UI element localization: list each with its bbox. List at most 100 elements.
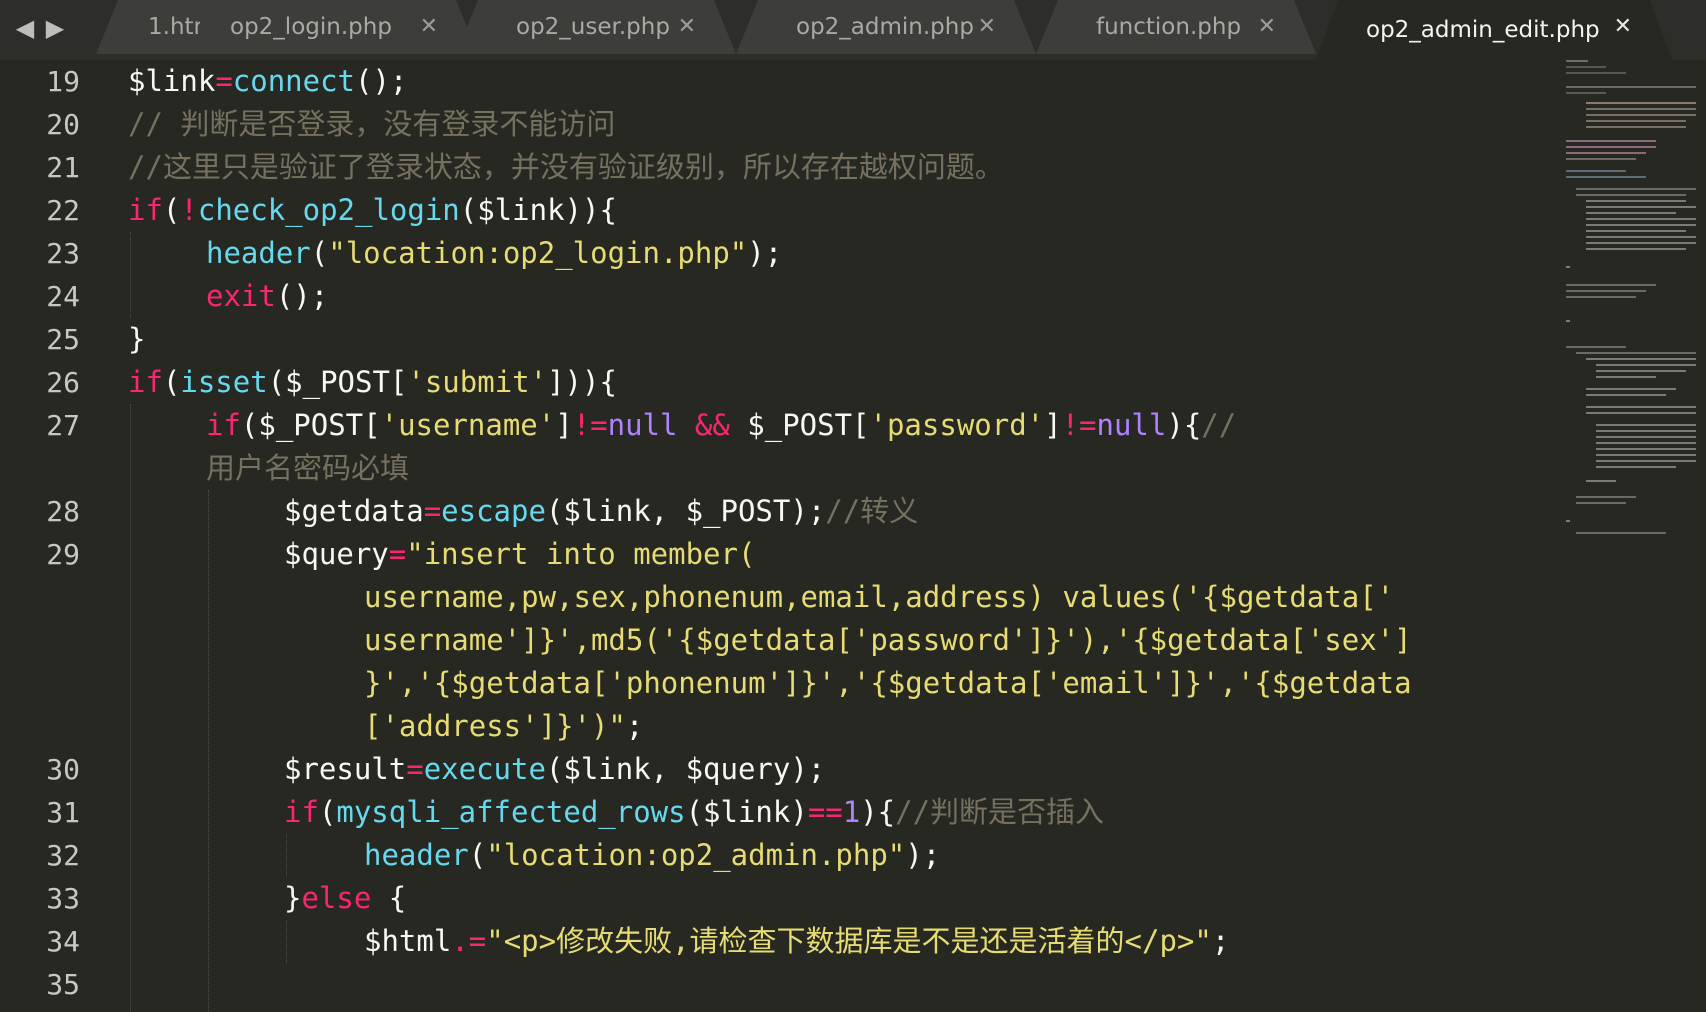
minimap-line bbox=[1586, 248, 1686, 250]
tab-op2-user[interactable]: op2_user.php ✕ bbox=[456, 0, 736, 54]
tab-function[interactable]: function.php ✕ bbox=[1036, 0, 1316, 54]
token: ])){ bbox=[547, 365, 617, 399]
token: ] bbox=[1044, 408, 1062, 442]
line-number: 21 bbox=[46, 151, 80, 184]
token: $link bbox=[128, 64, 216, 98]
token: if bbox=[128, 193, 163, 227]
minimap-line bbox=[1566, 520, 1570, 522]
minimap-line bbox=[1586, 224, 1696, 226]
minimap-line bbox=[1586, 102, 1696, 104]
tab-op2-login[interactable]: 1.htm op2_login.php ✕ bbox=[96, 0, 478, 54]
minimap-line bbox=[1586, 242, 1696, 244]
token: exit bbox=[206, 279, 276, 313]
minimap-line bbox=[1566, 296, 1636, 298]
minimap-line bbox=[1566, 72, 1626, 74]
code-line-31: if(mysqli_affected_rows($link)==1){//判断是… bbox=[284, 791, 1104, 834]
token: .= bbox=[451, 924, 487, 958]
token: header bbox=[206, 236, 311, 270]
minimap-line bbox=[1586, 218, 1696, 220]
code-line-29-wrap: }','{$getdata['phonenum']}','{$getdata['… bbox=[364, 662, 1412, 705]
line-number: 31 bbox=[46, 796, 80, 829]
token: ! bbox=[180, 193, 198, 227]
token: } bbox=[284, 881, 302, 915]
minimap[interactable] bbox=[1566, 60, 1706, 1012]
line-number: 32 bbox=[46, 839, 80, 872]
code-line-29: $query="insert into member( bbox=[284, 533, 755, 576]
minimap-line bbox=[1586, 480, 1616, 482]
minimap-line bbox=[1576, 188, 1696, 190]
code-line-29-wrap: ['address']}')"; bbox=[364, 705, 643, 748]
line-number: 35 bbox=[46, 968, 80, 1001]
close-icon[interactable]: ✕ bbox=[420, 0, 438, 54]
token: ($_POST[ bbox=[267, 365, 408, 399]
minimap-line bbox=[1596, 466, 1676, 468]
minimap-line bbox=[1596, 436, 1696, 438]
token: ( bbox=[310, 236, 329, 270]
token: (); bbox=[355, 64, 408, 98]
token: ($link, $_POST); bbox=[545, 494, 826, 528]
token: ){ bbox=[1166, 408, 1202, 442]
token: $getdata bbox=[284, 494, 424, 528]
code-line-28: $getdata=escape($link, $_POST);//转义 bbox=[284, 490, 918, 533]
token: $result bbox=[284, 752, 407, 786]
minimap-line bbox=[1586, 358, 1696, 360]
token: { bbox=[371, 881, 407, 915]
minimap-line bbox=[1586, 388, 1676, 390]
minimap-line bbox=[1586, 394, 1666, 396]
line-number: 34 bbox=[46, 925, 80, 958]
token: ); bbox=[747, 236, 783, 270]
string: username,pw,sex,phonenum,email,address) … bbox=[364, 580, 1395, 614]
token: isset bbox=[180, 365, 268, 399]
token: $query bbox=[284, 537, 389, 571]
tab-op2-admin[interactable]: op2_admin.php ✕ bbox=[736, 0, 1036, 54]
token: $html bbox=[364, 924, 452, 958]
token: ( bbox=[162, 365, 181, 399]
close-icon[interactable]: ✕ bbox=[978, 0, 996, 54]
token: (); bbox=[275, 279, 329, 313]
token: && bbox=[677, 408, 748, 442]
minimap-line bbox=[1586, 126, 1686, 128]
token: null bbox=[607, 408, 678, 442]
tab-op2-admin-edit[interactable]: op2_admin_edit.php ✕ bbox=[1316, 0, 1672, 60]
tab-bar: ◀ ▶ 1.htm op2_login.php ✕ op2_user.php ✕… bbox=[0, 0, 1706, 60]
tab-label: function.php bbox=[1096, 14, 1242, 40]
minimap-line bbox=[1566, 152, 1646, 154]
minimap-line bbox=[1566, 140, 1656, 142]
minimap-line bbox=[1566, 346, 1626, 348]
indent-guide bbox=[130, 404, 131, 1012]
minimap-line bbox=[1566, 290, 1646, 292]
code-line-34: $html.="<p>修改失败,请检查下数据库是不是还是活着的</p>"; bbox=[364, 920, 1229, 963]
minimap-line bbox=[1566, 176, 1646, 178]
token: check_op2_login bbox=[197, 193, 460, 227]
token: ); bbox=[905, 838, 941, 872]
line-number-gutter: 19 20 21 22 23 24 25 26 27 28 29 30 31 3… bbox=[0, 60, 100, 1012]
string: "location:op2_login.php" bbox=[328, 236, 748, 270]
token: escape bbox=[441, 494, 546, 528]
string: 'username' bbox=[380, 408, 556, 442]
tab-scroll-left-icon[interactable]: ◀ bbox=[10, 8, 40, 48]
close-icon[interactable]: ✕ bbox=[1614, 0, 1632, 60]
token: != bbox=[572, 408, 608, 442]
token: connect bbox=[232, 64, 355, 98]
minimap-line bbox=[1586, 412, 1696, 414]
minimap-line bbox=[1566, 60, 1588, 62]
minimap-line bbox=[1586, 200, 1686, 202]
line-number: 26 bbox=[46, 366, 80, 399]
close-icon[interactable]: ✕ bbox=[1258, 0, 1276, 54]
minimap-line bbox=[1566, 284, 1656, 286]
line-number: 30 bbox=[46, 753, 80, 786]
token: ( bbox=[162, 193, 181, 227]
line-number: 20 bbox=[46, 108, 80, 141]
tab-scroll-right-icon[interactable]: ▶ bbox=[40, 8, 70, 48]
code-area[interactable]: $link=connect(); // 判断是否登录，没有登录不能访问 //这里… bbox=[128, 60, 1560, 1012]
code-editor[interactable]: 19 20 21 22 23 24 25 26 27 28 29 30 31 3… bbox=[0, 60, 1706, 1012]
string: "location:op2_admin.php" bbox=[486, 838, 906, 872]
minimap-line bbox=[1586, 236, 1696, 238]
code-line-26: if(isset($_POST['submit'])){ bbox=[128, 361, 617, 404]
minimap-line bbox=[1596, 376, 1656, 378]
close-icon[interactable]: ✕ bbox=[678, 0, 696, 54]
line-number: 33 bbox=[46, 882, 80, 915]
token: null bbox=[1096, 408, 1167, 442]
token: ] bbox=[555, 408, 573, 442]
string: }','{$getdata['phonenum']}','{$getdata['… bbox=[364, 666, 1412, 700]
